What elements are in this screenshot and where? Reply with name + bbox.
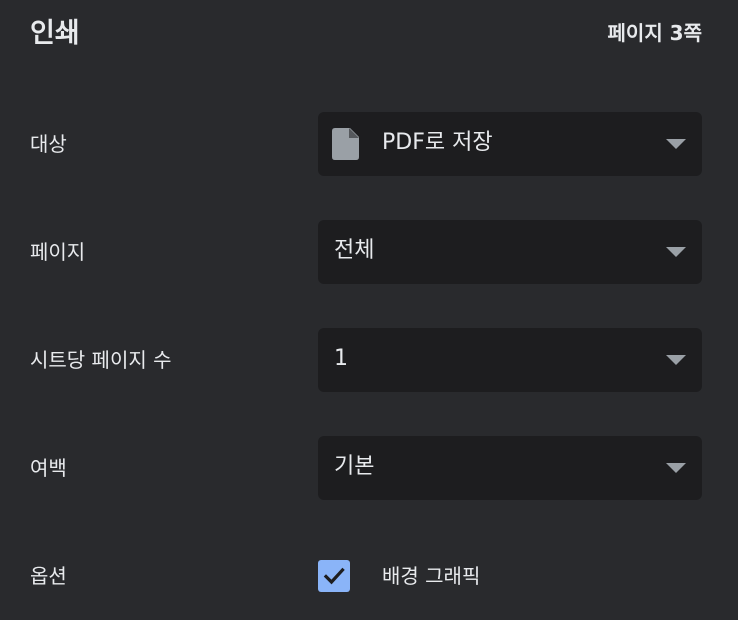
dialog-title: 인쇄: [30, 18, 80, 49]
options-row: 옵션 배경 그래픽: [0, 544, 738, 608]
background-graphics-label[interactable]: 배경 그래픽: [382, 544, 480, 608]
chevron-down-icon: [666, 139, 686, 149]
margins-label: 여백: [30, 456, 67, 480]
pages-per-sheet-row: 시트당 페이지 수 1: [0, 328, 738, 392]
destination-select[interactable]: PDF로 저장: [318, 112, 702, 176]
print-dialog: 인쇄 페이지 3쪽 대상 PDF로 저장 페이지 전체 시트당 페이지 수 1 …: [0, 0, 738, 620]
pages-per-sheet-value: 1: [334, 346, 348, 371]
pages-select[interactable]: 전체: [318, 220, 702, 284]
destination-label: 대상: [30, 132, 67, 156]
pages-per-sheet-label: 시트당 페이지 수: [30, 348, 172, 372]
options-label: 옵션: [30, 564, 67, 588]
destination-row: 대상 PDF로 저장: [0, 112, 738, 176]
chevron-down-icon: [666, 247, 686, 257]
chevron-down-icon: [666, 463, 686, 473]
destination-value: PDF로 저장: [382, 130, 493, 155]
checkmark-icon: [323, 567, 345, 585]
margins-value: 기본: [334, 454, 375, 479]
margins-row: 여백 기본: [0, 436, 738, 500]
page-count: 페이지 3쪽: [607, 21, 702, 45]
background-graphics-checkbox[interactable]: [318, 560, 350, 592]
chevron-down-icon: [666, 355, 686, 365]
document-icon: [332, 128, 359, 160]
pages-per-sheet-select[interactable]: 1: [318, 328, 702, 392]
pages-label: 페이지: [30, 240, 86, 264]
pages-value: 전체: [334, 238, 375, 263]
margins-select[interactable]: 기본: [318, 436, 702, 500]
pages-row: 페이지 전체: [0, 220, 738, 284]
